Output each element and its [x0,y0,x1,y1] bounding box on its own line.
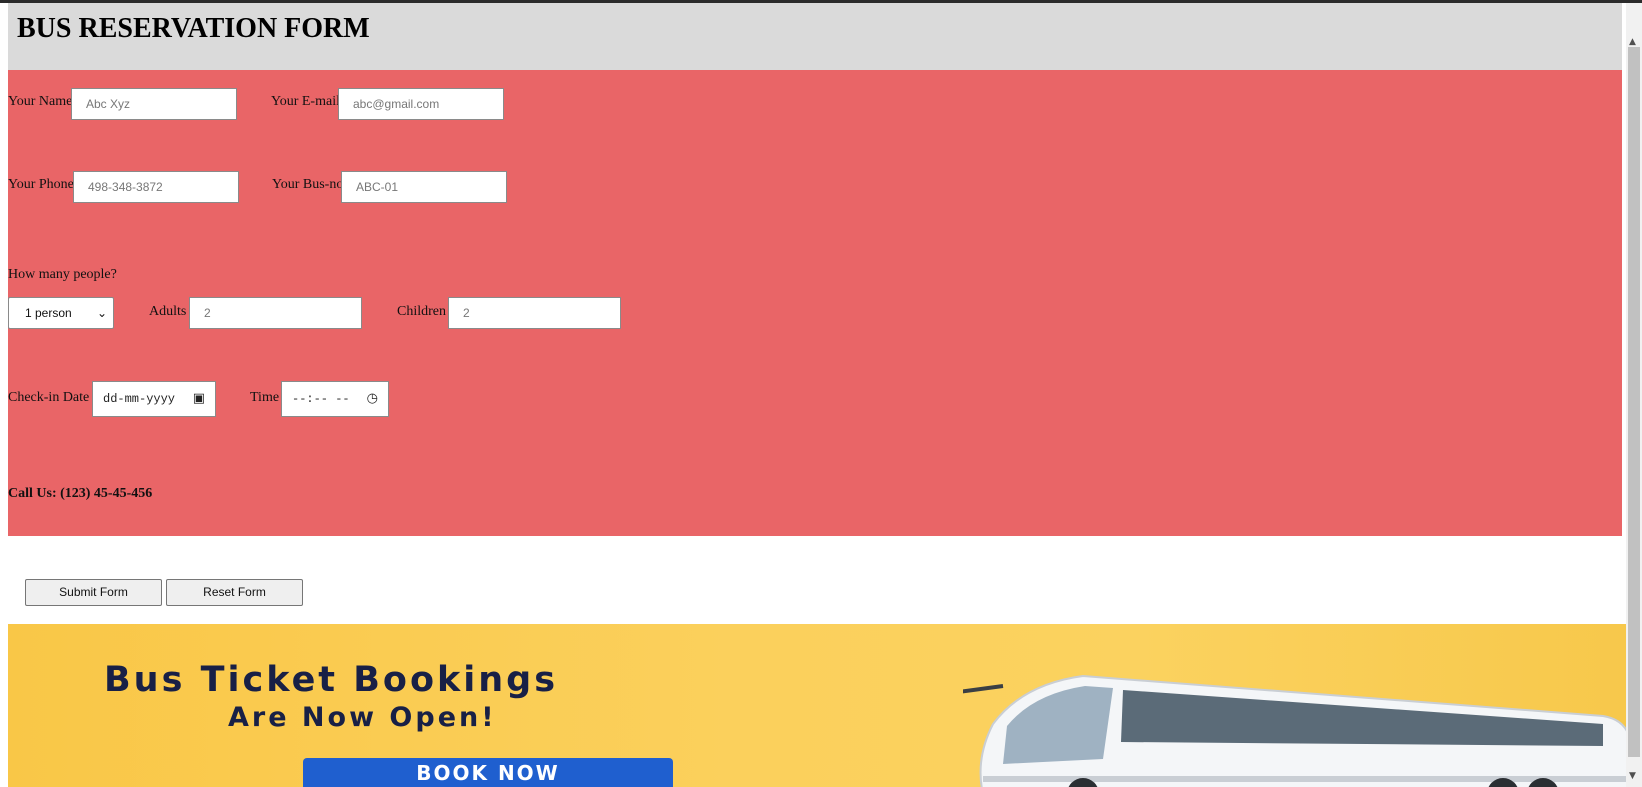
scroll-down-arrow-icon[interactable]: ▼ [1629,771,1636,781]
name-input[interactable]: Abc Xyz [71,88,237,120]
phone-input[interactable]: 498-348-3872 [73,171,239,203]
book-now-button[interactable]: BOOK NOW [303,758,673,787]
children-label: Children [397,304,446,319]
reservation-form: Your Name Abc Xyz Your E-mail abc@gmail.… [8,70,1622,536]
promo-banner[interactable]: Bus Ticket Bookings Are Now Open! BOOK N… [8,624,1628,787]
people-select[interactable]: 1 person ⌄ [8,297,114,329]
reset-button[interactable]: Reset Form [166,579,303,606]
checkin-date-input[interactable]: dd-mm-yyyy ▣ [92,381,216,417]
time-label: Time [250,390,280,405]
checkin-label: Check-in Date [8,390,90,405]
time-input[interactable]: --:-- -- ◷ [281,381,389,417]
bus-no-label: Your Bus-no [272,177,344,192]
email-input[interactable]: abc@gmail.com [338,88,504,120]
scrollbar-thumb[interactable] [1628,47,1640,757]
adults-input[interactable]: 2 [189,297,362,329]
chevron-down-icon: ⌄ [96,306,107,320]
page-header: BUS RESERVATION FORM [8,3,1622,70]
banner-title: Bus Ticket Bookings [104,660,559,700]
calendar-icon[interactable]: ▣ [193,382,205,416]
children-input[interactable]: 2 [448,297,621,329]
clock-icon[interactable]: ◷ [367,382,378,416]
adults-label: Adults [149,304,187,319]
bus-no-input[interactable]: ABC-01 [341,171,507,203]
scroll-up-arrow-icon[interactable]: ▲ [1629,37,1636,47]
checkin-date-placeholder: dd-mm-yyyy [103,392,176,406]
people-select-value: 1 person [25,306,72,320]
people-question: How many people? [8,267,117,282]
bus-illustration [963,674,1628,787]
call-us-text: Call Us: (123) 45-45-456 [8,486,153,501]
vertical-scrollbar[interactable]: ▲ ▼ [1626,3,1642,787]
phone-label: Your Phone [8,177,74,192]
time-placeholder: --:-- -- [292,392,350,406]
email-label: Your E-mail [271,94,340,109]
page-title: BUS RESERVATION FORM [17,13,370,44]
name-label: Your Name [8,94,73,109]
banner-subtitle: Are Now Open! [228,702,497,733]
submit-button[interactable]: Submit Form [25,579,162,606]
